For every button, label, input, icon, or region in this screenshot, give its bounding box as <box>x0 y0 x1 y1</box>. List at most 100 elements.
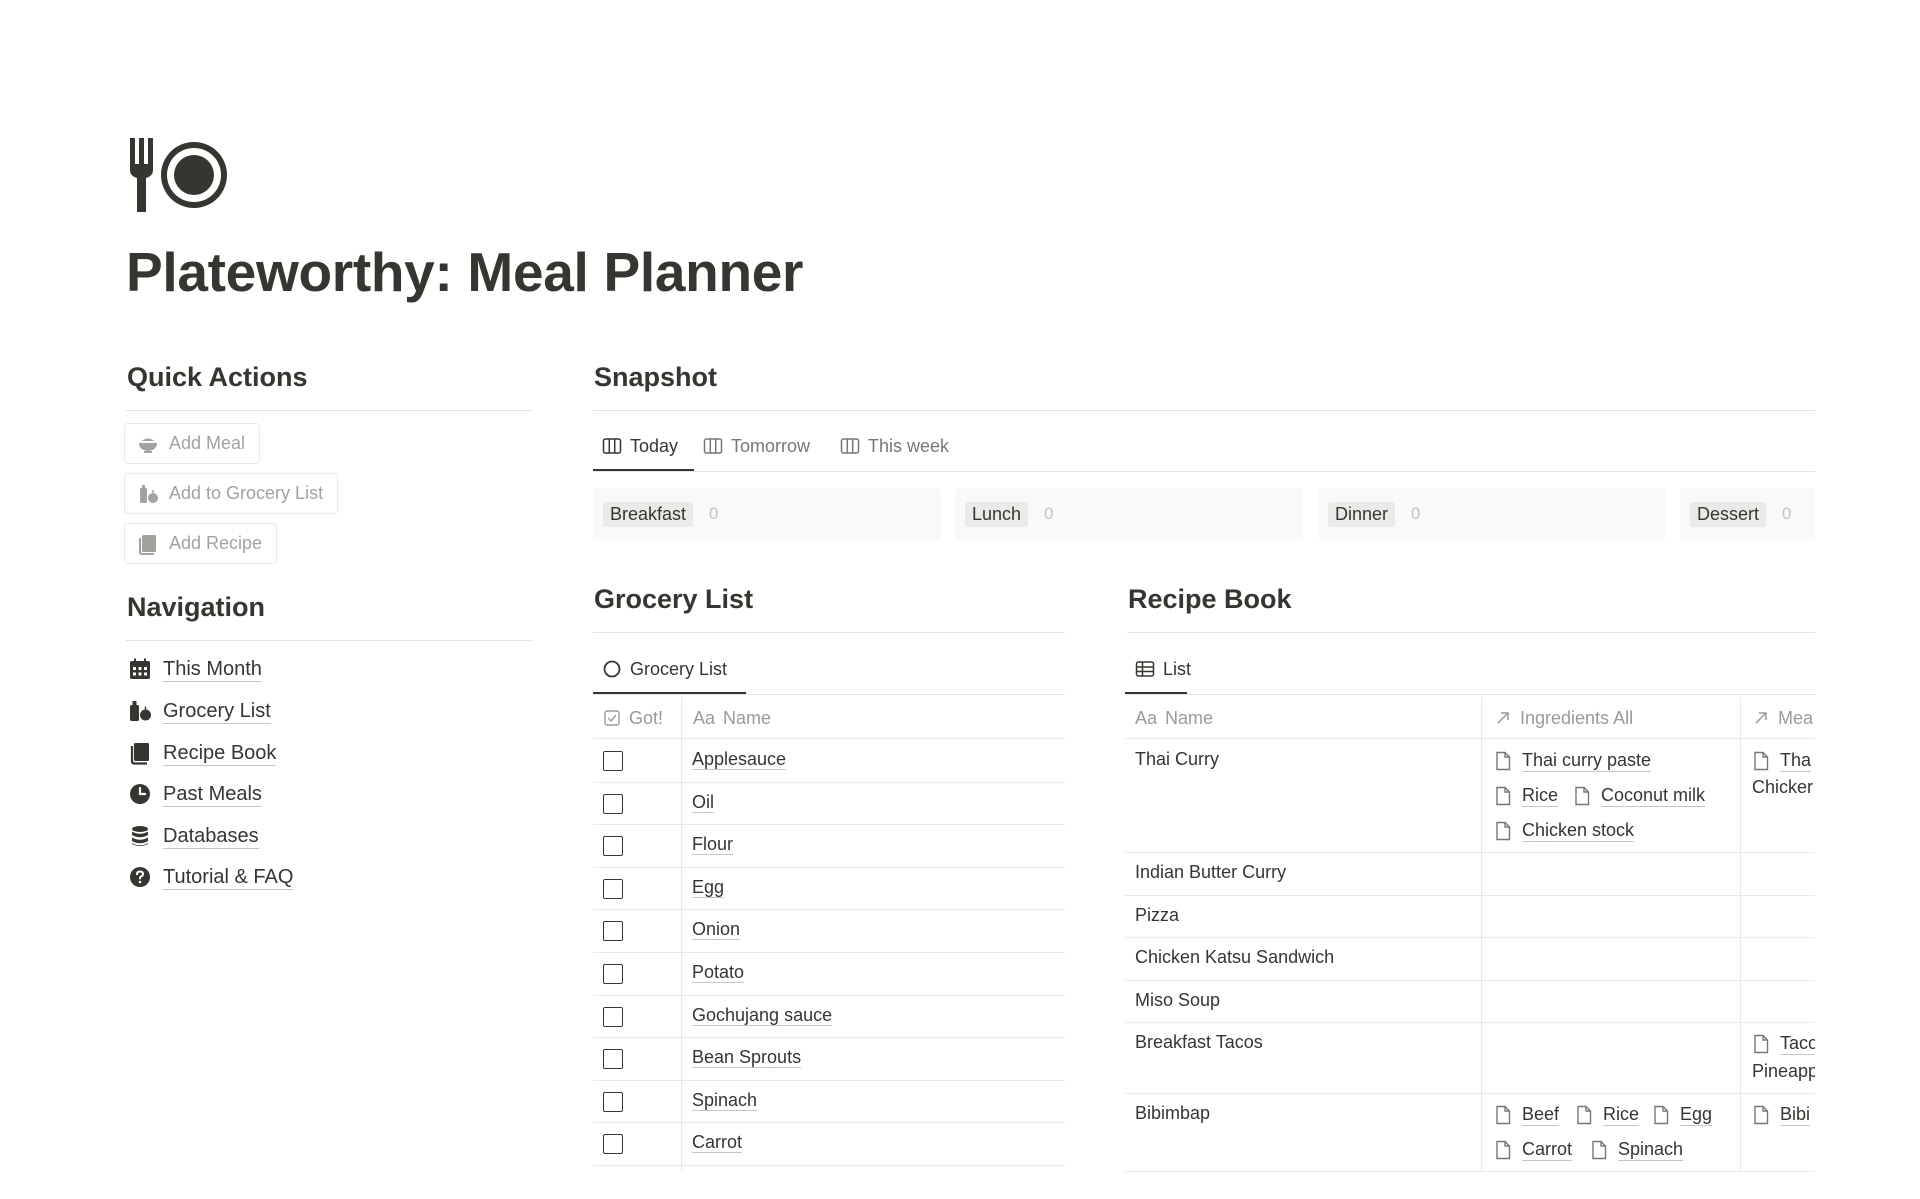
ingredient-chicken-stock[interactable]: Chicken stock <box>1494 819 1635 842</box>
snapshot-tabs-divider <box>593 471 1815 472</box>
meal-tacos[interactable]: Taco <box>1752 1032 1815 1055</box>
grocery-item-name[interactable]: Applesauce <box>692 749 787 770</box>
col-header-got[interactable]: Got! <box>603 703 663 733</box>
text-type-icon: Aa <box>1135 707 1158 728</box>
recipe-tabs-divider <box>1125 694 1815 695</box>
grocery-view-label: Grocery List <box>630 658 728 679</box>
ingredient-egg[interactable]: Egg <box>1652 1103 1713 1126</box>
add-meal-button[interactable]: Add Meal <box>124 423 261 464</box>
grocery-item-name[interactable]: Spinach <box>692 1089 758 1111</box>
tab-today[interactable]: Today <box>602 431 678 461</box>
tab-grocery-list-view[interactable]: Grocery List <box>602 654 727 684</box>
ingredient-beef[interactable]: Beef <box>1494 1103 1560 1126</box>
got-checkbox[interactable] <box>603 964 623 984</box>
col-header-name[interactable]: Aa Name <box>693 703 771 733</box>
tab-recipe-list-view[interactable]: List <box>1135 654 1191 684</box>
dessert-tag: Dessert <box>1690 501 1767 527</box>
ingredient-rice[interactable]: Rice <box>1575 1103 1640 1126</box>
grocery-item-name[interactable]: Carrot <box>692 1132 743 1154</box>
col-header-recipe-name[interactable]: Aa Name <box>1135 703 1213 733</box>
snapshot-column-breakfast[interactable]: Breakfast 0 <box>593 488 941 540</box>
recipe-name[interactable]: Bibimbap <box>1135 1103 1210 1124</box>
col-ingredients-label: Ingredients All <box>1520 707 1634 728</box>
got-checkbox[interactable] <box>603 1049 623 1070</box>
got-checkbox[interactable] <box>603 921 623 942</box>
got-checkbox[interactable] <box>603 1134 623 1155</box>
table-row-divider <box>593 909 1065 911</box>
table-icon <box>1135 661 1155 677</box>
board-icon <box>703 438 723 454</box>
got-checkbox[interactable] <box>603 836 623 857</box>
grocery-item-label: Spinach <box>692 1089 758 1111</box>
grocery-item-name[interactable]: Bean Sprouts <box>692 1047 802 1069</box>
grocery-item-label: Onion <box>692 919 741 941</box>
tab-this-week[interactable]: This week <box>840 431 949 461</box>
got-checkbox[interactable] <box>603 878 623 899</box>
table-row-divider <box>1125 937 1815 938</box>
add-meal-label: Add Meal <box>169 433 246 453</box>
snapshot-heading: Snapshot <box>594 362 718 392</box>
snapshot-column-dessert[interactable]: Dessert 0 <box>1680 488 1815 540</box>
got-checkbox[interactable] <box>603 793 623 814</box>
recipe-name[interactable]: Pizza <box>1135 905 1179 926</box>
recipe-name[interactable]: Thai Curry <box>1135 749 1219 770</box>
grocery-item-name[interactable]: Potato <box>692 962 745 983</box>
recipe-name[interactable]: Chicken Katsu Sandwich <box>1135 947 1334 968</box>
grocery-icon <box>130 701 151 721</box>
nav-past-meals[interactable]: Past Meals <box>128 778 262 810</box>
clock-icon <box>130 784 150 804</box>
got-checkbox[interactable] <box>603 751 623 771</box>
breakfast-count: 0 <box>709 504 719 523</box>
recipe-name[interactable]: Miso Soup <box>1135 990 1220 1011</box>
dessert-count: 0 <box>1782 504 1792 523</box>
ingredient-carrot[interactable]: Carrot <box>1494 1138 1573 1161</box>
add-recipe-button[interactable]: Add Recipe <box>124 523 278 564</box>
page-icon <box>1496 821 1511 840</box>
meal-chicken[interactable]: Chicker <box>1752 777 1815 798</box>
meal-tacos-label: Taco <box>1780 1032 1815 1055</box>
meal-pineapple[interactable]: Pineapp <box>1752 1061 1815 1082</box>
grocery-item-name[interactable]: Flour <box>692 834 734 856</box>
grocery-item-label: Bean Sprouts <box>692 1047 802 1069</box>
table-row-divider <box>1125 980 1815 981</box>
page-icon <box>1496 786 1511 805</box>
snapshot-column-lunch[interactable]: Lunch 0 <box>955 488 1303 540</box>
grocery-item-name[interactable]: Egg <box>692 876 725 898</box>
ingredient-beef-label: Beef <box>1522 1104 1560 1126</box>
meal-thai[interactable]: Tha <box>1752 749 1815 772</box>
recipe-name[interactable]: Breakfast Tacos <box>1135 1032 1263 1053</box>
nav-this-month[interactable]: This Month <box>128 653 262 685</box>
nav-databases[interactable]: Databases <box>128 820 259 852</box>
ingredient-coconut-milk-label: Coconut milk <box>1601 785 1706 807</box>
dinner-count: 0 <box>1411 504 1421 523</box>
meal-bibimbap[interactable]: Bibi <box>1752 1103 1815 1126</box>
breakfast-tag: Breakfast <box>603 501 694 527</box>
tab-tomorrow[interactable]: Tomorrow <box>703 431 810 461</box>
ingredient-rice[interactable]: Rice <box>1494 784 1559 807</box>
nav-recipe-book-label: Recipe Book <box>163 741 277 766</box>
col-header-meals[interactable]: Mea <box>1752 703 1815 733</box>
nav-grocery-list[interactable]: Grocery List <box>128 695 271 727</box>
ingredient-coconut-milk[interactable]: Coconut milk <box>1573 784 1706 807</box>
lunch-tag: Lunch <box>965 501 1029 527</box>
grocery-item-name[interactable]: Gochujang sauce <box>692 1004 833 1026</box>
snapshot-column-dinner[interactable]: Dinner 0 <box>1318 488 1666 540</box>
navigation-heading: Navigation <box>127 592 266 622</box>
got-checkbox[interactable] <box>603 1006 623 1027</box>
tab-today-label: Today <box>630 435 679 456</box>
grocery-item-name[interactable]: Oil <box>692 791 714 813</box>
nav-tutorial-faq[interactable]: Tutorial & FAQ <box>128 861 294 893</box>
add-to-grocery-list-button[interactable]: Add to Grocery List <box>124 473 339 514</box>
ingredient-spinach[interactable]: Spinach <box>1590 1138 1684 1161</box>
recipe-name[interactable]: Indian Butter Curry <box>1135 862 1286 883</box>
grocery-item-name[interactable]: Onion <box>692 919 741 941</box>
nav-databases-label: Databases <box>163 824 259 849</box>
got-checkbox[interactable] <box>603 1091 623 1112</box>
book-icon <box>139 534 156 555</box>
nav-recipe-book[interactable]: Recipe Book <box>128 737 277 769</box>
col-header-ingredients[interactable]: Ingredients All <box>1494 703 1633 733</box>
grocery-item-label: Gochujang sauce <box>692 1004 833 1026</box>
ingredient-thai-curry-paste[interactable]: Thai curry paste <box>1494 749 1652 772</box>
bowl-icon <box>139 438 157 453</box>
grocery-item-label: Egg <box>692 876 725 898</box>
